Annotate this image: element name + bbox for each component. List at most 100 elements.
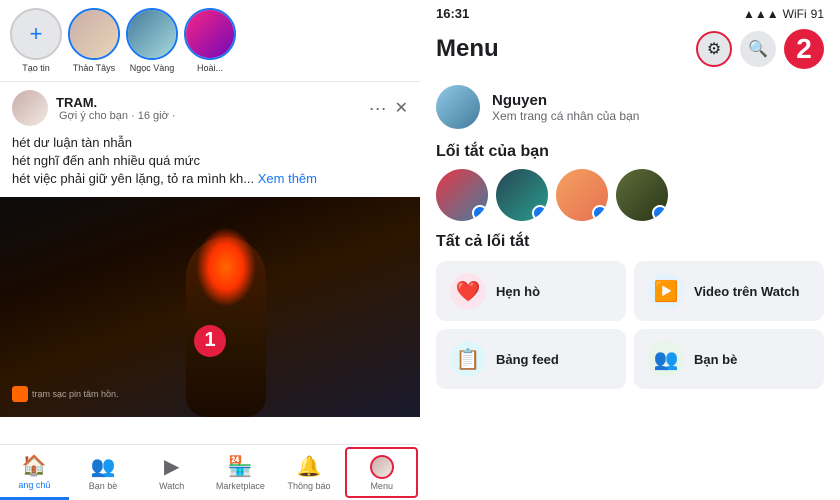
ban-be-icon: 👥 — [648, 341, 684, 377]
post-header: TRAM. Gợi ý cho bạn · 16 giờ · ··· ✕ — [0, 82, 420, 134]
post-line-3: hét việc phải giữ yên lặng, tỏ ra mình k… — [12, 171, 254, 186]
menu-header: Menu ⚙ 🔍 2 — [420, 25, 840, 77]
status-bar: 16:31 ▲▲▲ WiFi 91 — [420, 0, 840, 25]
story-img-2 — [128, 10, 176, 58]
shortcut-badge-1: 👥 — [472, 205, 488, 221]
shortcut-circle-1: 👥 — [436, 169, 488, 221]
shortcuts-row: 👥 👥 👥 👥 — [420, 165, 840, 229]
battery-indicator: 91 — [811, 7, 824, 21]
shortcut-badge-3: 👥 — [592, 205, 608, 221]
post-image-bg: trạm sạc pin tâm hồn. 1 — [0, 197, 420, 417]
nav-menu-label: Menu — [370, 481, 393, 491]
shortcut-circle-2: 👥 — [496, 169, 548, 221]
story-create[interactable]: + Tạo tin — [10, 8, 62, 73]
story-3[interactable]: Hoài... — [184, 8, 236, 73]
post-close-button[interactable]: ✕ — [395, 98, 408, 119]
post-line-1: hét dư luận tàn nhẫn — [12, 135, 132, 150]
story-circle-1 — [68, 8, 120, 60]
shortcut-3[interactable]: 👥 — [556, 169, 608, 221]
shortcut-circle-4: 👥 — [616, 169, 668, 221]
shortcut-circle-3: 👥 — [556, 169, 608, 221]
create-story-circle: + — [10, 8, 62, 60]
status-time: 16:31 — [436, 6, 469, 21]
branding-text: trạm sạc pin tâm hồn. — [12, 386, 119, 402]
stories-bar: + Tạo tin Thảo Tâys Ngọc Vàng Hoài... — [0, 0, 420, 82]
svg-text:👥: 👥 — [656, 209, 664, 217]
post-meta: TRAM. Gợi ý cho bạn · 16 giờ · — [56, 95, 361, 122]
story-img-3 — [186, 10, 234, 58]
post-options: ··· ✕ — [369, 98, 408, 119]
post-time: Gợi ý cho bạn · 16 giờ · — [56, 110, 361, 122]
post-image: trạm sạc pin tâm hồn. 1 — [0, 197, 420, 417]
story-1[interactable]: Thảo Tâys — [68, 8, 120, 73]
nav-notifications-label: Thông báo — [288, 481, 331, 491]
shortcut-4[interactable]: 👥 — [616, 169, 668, 221]
branding-icon — [12, 386, 28, 402]
feature-grid: ❤️ Hẹn hò ▶️ Video trên Watch 📋 Bảng fee… — [420, 255, 840, 395]
svg-text:👥: 👥 — [476, 209, 484, 217]
nav-notifications[interactable]: 🔔 Thông báo — [275, 445, 344, 500]
post-author-avatar — [12, 90, 48, 126]
story-circle-2 — [126, 8, 178, 60]
profile-row[interactable]: Nguyen Xem trang cá nhân của bạn — [420, 77, 840, 137]
story-create-label: Tạo tin — [22, 63, 50, 73]
post-line-2: hét nghĩ đến anh nhiều quá mức — [12, 153, 200, 168]
status-icons: ▲▲▲ WiFi 91 — [743, 7, 824, 21]
svg-text:👥: 👥 — [596, 209, 604, 217]
profile-name: Nguyen — [492, 92, 824, 109]
feature-bang-feed[interactable]: 📋 Bảng feed — [436, 329, 626, 389]
see-more-link[interactable]: Xem thêm — [258, 171, 317, 186]
signal-icon: ▲▲▲ — [743, 7, 779, 21]
notifications-icon: 🔔 — [297, 454, 322, 479]
shortcut-badge-4: 👥 — [652, 205, 668, 221]
feature-bang-feed-label: Bảng feed — [496, 352, 559, 367]
feature-ban-be[interactable]: 👥 Bạn bè — [634, 329, 824, 389]
badge-number-1: 1 — [194, 325, 226, 357]
shortcut-2[interactable]: 👥 — [496, 169, 548, 221]
home-icon: 🏠 — [22, 453, 47, 478]
story-img-1 — [70, 10, 118, 58]
nav-home-label: ang chủ — [18, 480, 50, 490]
story-2[interactable]: Ngọc Vàng — [126, 8, 178, 73]
nav-marketplace-label: Marketplace — [216, 481, 265, 491]
search-icon: 🔍 — [748, 39, 768, 59]
hen-ho-icon: ❤️ — [450, 273, 486, 309]
nav-menu[interactable]: Menu — [345, 447, 418, 498]
wifi-icon: WiFi — [783, 7, 807, 21]
watch-icon: ▶ — [164, 454, 179, 479]
fire-figure — [146, 207, 306, 417]
search-button[interactable]: 🔍 — [740, 31, 776, 67]
story-label-1: Thảo Tâys — [73, 63, 115, 73]
nav-friends[interactable]: 👥 Bạn bè — [69, 445, 138, 500]
left-panel: + Tạo tin Thảo Tâys Ngọc Vàng Hoài... — [0, 0, 420, 500]
nav-friends-label: Bạn bè — [89, 481, 118, 491]
svg-text:👥: 👥 — [536, 209, 544, 217]
watch-feature-icon: ▶️ — [648, 273, 684, 309]
post-text: hét dư luận tàn nhẫn hét nghĩ đến anh nh… — [0, 134, 420, 197]
shortcut-1[interactable]: 👥 — [436, 169, 488, 221]
feature-watch[interactable]: ▶️ Video trên Watch — [634, 261, 824, 321]
branding-label: trạm sạc pin tâm hồn. — [32, 389, 119, 399]
marketplace-icon: 🏪 — [228, 454, 253, 479]
profile-subtitle: Xem trang cá nhân của bạn — [492, 109, 824, 123]
shortcut-badge-2: 👥 — [532, 205, 548, 221]
nav-marketplace[interactable]: 🏪 Marketplace — [206, 445, 275, 500]
story-label-3: Hoài... — [197, 63, 223, 73]
feature-hen-ho[interactable]: ❤️ Hẹn hò — [436, 261, 626, 321]
profile-info: Nguyen Xem trang cá nhân của bạn — [492, 92, 824, 123]
feature-ban-be-label: Bạn bè — [694, 352, 737, 367]
nav-menu-avatar — [370, 455, 394, 479]
badge-number-2: 2 — [784, 29, 824, 69]
nav-watch[interactable]: ▶ Watch — [137, 445, 206, 500]
feature-hen-ho-label: Hẹn hò — [496, 284, 540, 299]
friends-icon: 👥 — [91, 454, 116, 479]
story-circle-3 — [184, 8, 236, 60]
story-label-2: Ngọc Vàng — [130, 63, 175, 73]
post-author-name: TRAM. — [56, 95, 361, 110]
nav-watch-label: Watch — [159, 481, 184, 491]
fire-glow — [196, 227, 256, 307]
gear-button[interactable]: ⚙ — [696, 31, 732, 67]
post-more-button[interactable]: ··· — [369, 98, 387, 119]
nav-home[interactable]: 🏠 ang chủ — [0, 445, 69, 500]
feature-watch-label: Video trên Watch — [694, 284, 799, 299]
